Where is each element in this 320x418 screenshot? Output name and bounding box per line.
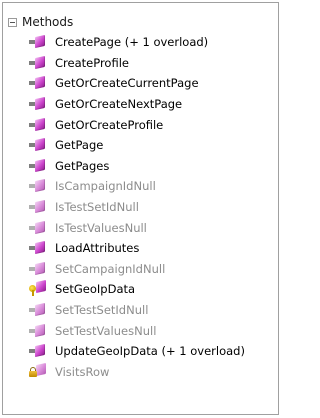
class-details-panel: Methods CreatePage (+ 1 overload) CreateP… xyxy=(2,2,279,415)
method-item[interactable]: GetOrCreateProfile xyxy=(28,114,245,135)
method-label: SetTestSetIdNull xyxy=(55,303,149,318)
public-method-icon xyxy=(28,302,50,318)
method-item[interactable]: CreateProfile xyxy=(28,53,245,74)
public-method-icon xyxy=(28,220,50,236)
method-item[interactable]: GetOrCreateCurrentPage xyxy=(28,73,245,94)
method-item[interactable]: IsCampaignIdNull xyxy=(28,176,245,197)
method-label: SetTestValuesNull xyxy=(55,323,157,338)
method-label: GetPage xyxy=(55,138,104,153)
public-method-icon xyxy=(28,343,50,359)
method-label: GetOrCreateProfile xyxy=(55,117,164,132)
method-item[interactable]: SetCampaignIdNull xyxy=(28,259,245,280)
method-item[interactable]: IsTestValuesNull xyxy=(28,217,245,238)
method-label: UpdateGeoIpData (+ 1 overload) xyxy=(55,344,245,359)
section-label: Methods xyxy=(22,15,74,29)
public-method-icon xyxy=(28,117,50,133)
method-item[interactable]: SetGeoIpData xyxy=(28,279,245,300)
public-method-icon xyxy=(28,261,50,277)
methods-section-header[interactable]: Methods xyxy=(8,12,73,32)
public-method-icon xyxy=(28,75,50,91)
public-method-icon xyxy=(28,240,50,256)
method-item[interactable]: IsTestSetIdNull xyxy=(28,197,245,218)
methods-list: CreatePage (+ 1 overload) CreateProfile Ge… xyxy=(28,32,245,382)
method-item[interactable]: VisitsRow xyxy=(28,362,245,383)
internal-method-icon xyxy=(28,280,50,297)
method-item[interactable]: CreatePage (+ 1 overload) xyxy=(28,32,245,53)
public-method-icon xyxy=(28,137,50,153)
public-method-icon xyxy=(28,323,50,339)
collapse-toggle-icon[interactable] xyxy=(8,17,17,27)
method-item[interactable]: GetPage xyxy=(28,135,245,156)
public-method-icon xyxy=(28,96,50,112)
public-method-icon xyxy=(28,34,50,50)
method-item[interactable]: GetOrCreateNextPage xyxy=(28,94,245,115)
method-label: SetGeoIpData xyxy=(55,282,136,297)
method-label: GetOrCreateNextPage xyxy=(55,97,183,112)
method-item[interactable]: SetTestValuesNull xyxy=(28,320,245,341)
method-item[interactable]: UpdateGeoIpData (+ 1 overload) xyxy=(28,341,245,362)
method-label: VisitsRow xyxy=(55,364,110,379)
method-label: GetPages xyxy=(55,158,110,173)
method-label: IsTestValuesNull xyxy=(55,220,147,235)
method-label: CreateProfile xyxy=(55,55,129,70)
method-item[interactable]: LoadAttributes xyxy=(28,238,245,259)
public-method-icon xyxy=(28,55,50,71)
method-label: IsTestSetIdNull xyxy=(55,200,139,215)
method-item[interactable]: SetTestSetIdNull xyxy=(28,300,245,321)
method-label: LoadAttributes xyxy=(55,241,140,256)
method-item[interactable]: GetPages xyxy=(28,156,245,177)
public-method-icon xyxy=(28,178,50,194)
public-method-icon xyxy=(28,158,50,174)
public-method-icon xyxy=(28,199,50,215)
method-label: GetOrCreateCurrentPage xyxy=(55,76,199,91)
method-label: CreatePage (+ 1 overload) xyxy=(55,35,209,50)
private-method-icon xyxy=(28,362,50,380)
method-label: IsCampaignIdNull xyxy=(55,179,156,194)
method-label: SetCampaignIdNull xyxy=(55,261,166,276)
